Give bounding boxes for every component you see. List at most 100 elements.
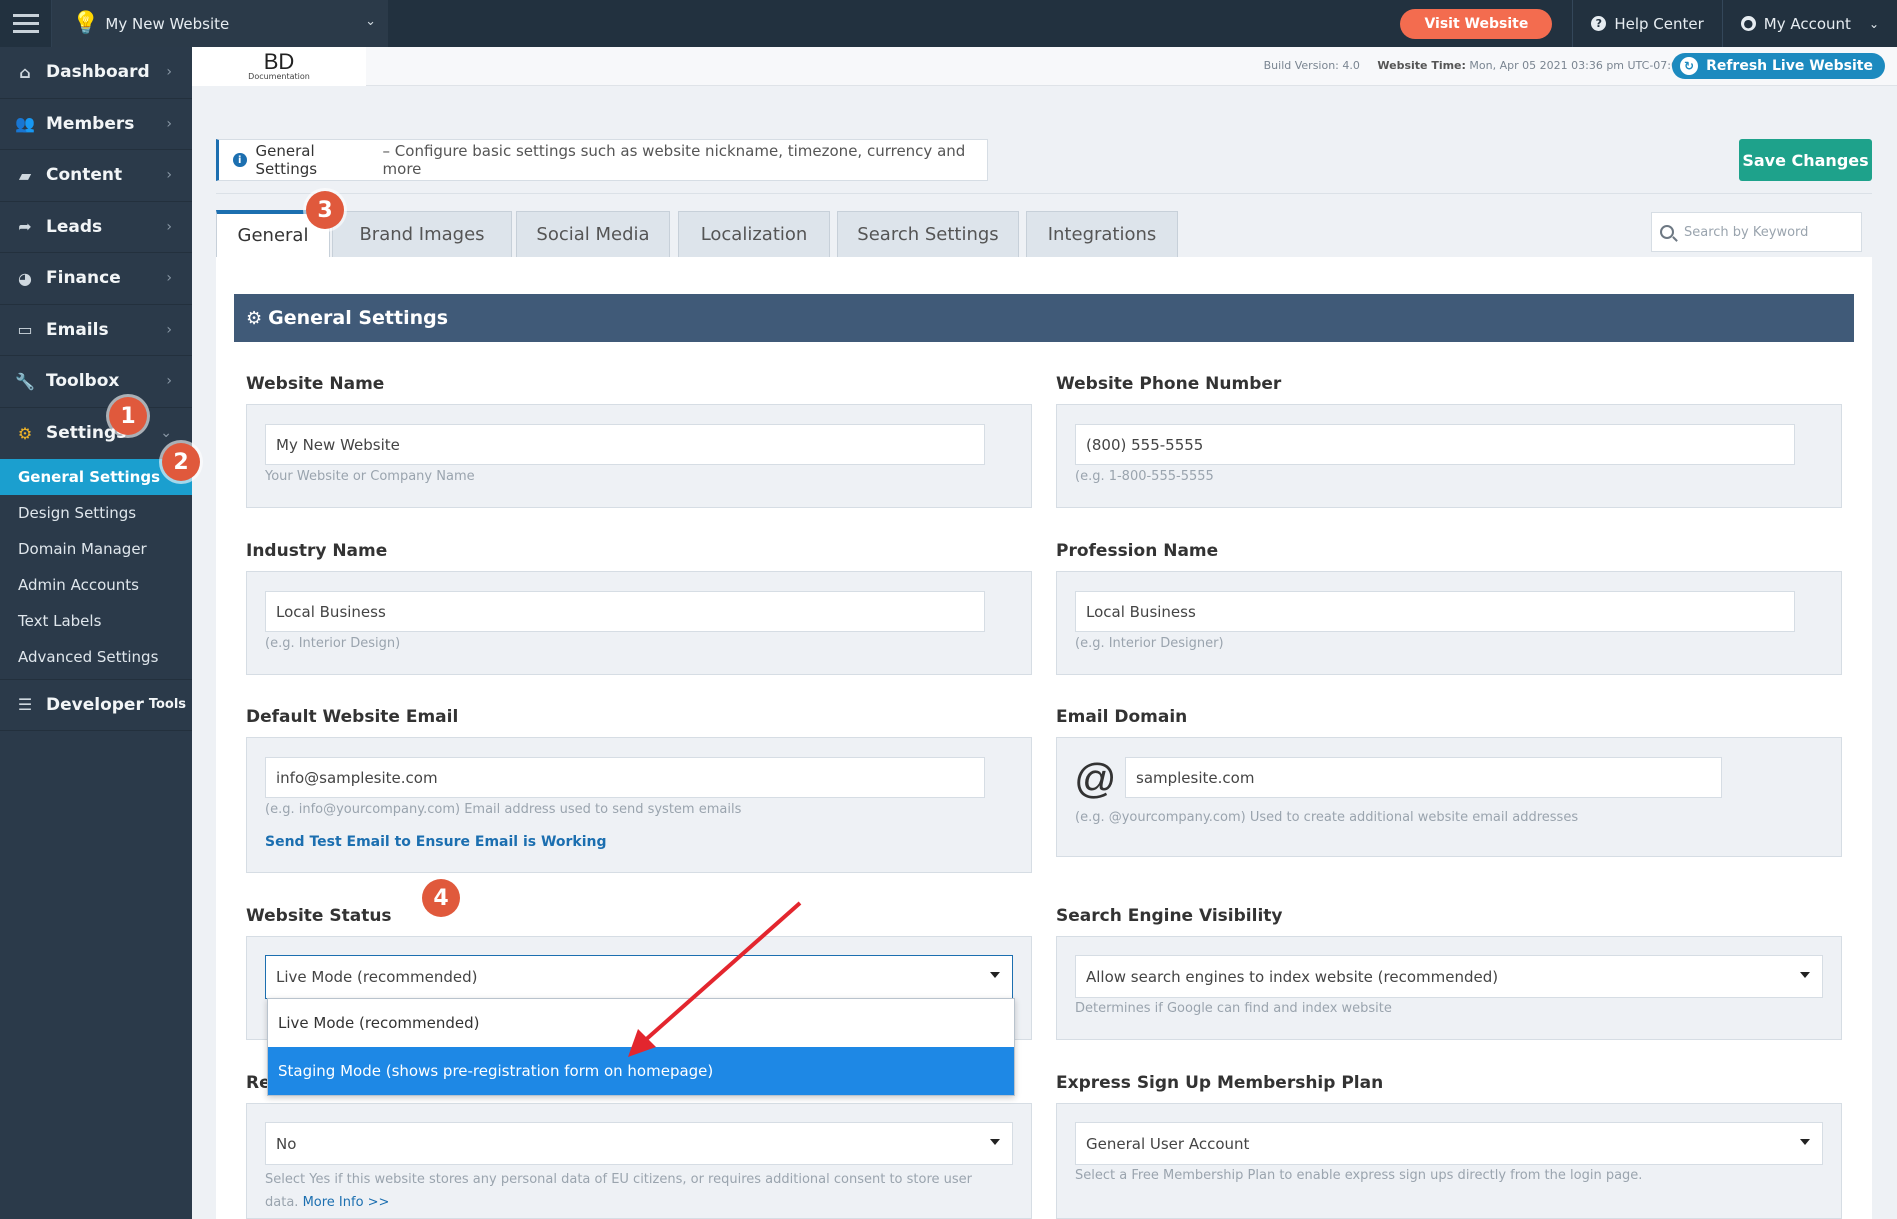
refresh-label: Refresh Live Website [1706,58,1873,74]
settings-submenu: General Settings Design Settings Domain … [0,459,192,675]
tab-localization[interactable]: Localization [678,211,830,257]
my-account-label: My Account [1763,14,1851,33]
sidebar-subitem-domain-manager[interactable]: Domain Manager [0,531,192,567]
refresh-icon: ↻ [1680,57,1699,75]
email-domain-input[interactable]: samplesite.com [1125,757,1722,798]
brand-bar: BD Documentation Build Version: 4.0 Webs… [192,47,1897,86]
info-title: General Settings [255,142,318,178]
gear-icon: ⚙ [17,423,33,443]
tab-brand-images[interactable]: Brand Images [332,211,512,257]
keyword-search-input[interactable]: Search by Keyword [1651,212,1862,252]
wrench-icon: 🔧 [15,371,35,391]
pie-chart-icon: ◕ [18,268,32,288]
logo: BD Documentation [192,47,366,86]
default-email-help: (e.g. info@yourcompany.com) Email addres… [265,802,742,817]
sliders-icon: ☰ [17,695,33,715]
home-icon: ⌂ [19,62,31,82]
phone-label: Website Phone Number [1056,374,1282,394]
chevron-right-icon: › [166,115,172,132]
sidebar-subitem-text-labels[interactable]: Text Labels [0,603,192,639]
website-name-help: Your Website or Company Name [265,469,475,484]
chevron-down-icon: ⌄ [365,14,376,29]
sidebar-item-label: Emails [46,319,109,340]
email-domain-help: (e.g. @yourcompany.com) Used to create a… [1075,810,1579,825]
logo-text: BD [263,49,295,74]
search-visibility-select[interactable]: Allow search engines to index website (r… [1075,955,1823,998]
inbox-icon: ▭ [17,320,33,340]
search-placeholder: Search by Keyword [1684,224,1809,240]
industry-input[interactable]: Local Business [265,591,985,632]
sidebar-item-label: Dashboard [46,62,150,83]
caret-down-icon [1800,972,1810,978]
default-email-label: Default Website Email [246,707,459,727]
help-center-link[interactable]: ? Help Center [1572,0,1721,47]
sidebar-item-developer-tools[interactable]: ☰ Developer Tools [0,679,192,731]
profession-label: Profession Name [1056,541,1219,561]
gear-icon: ⚙ [246,307,263,329]
site-selector[interactable]: 💡 My New Website ⌄ [52,0,388,47]
logo-subtext: Documentation [248,72,310,81]
sidebar-item-toolbox[interactable]: 🔧 Toolbox › [0,356,192,408]
visit-website-button[interactable]: Visit Website [1400,8,1553,39]
sidebar-item-finance[interactable]: ◕ Finance › [0,253,192,305]
caret-down-icon [1800,1139,1810,1145]
gdpr-select[interactable]: No [265,1122,1013,1165]
sidebar-item-label: Developer [46,694,144,715]
save-changes-button[interactable]: Save Changes [1739,139,1872,181]
more-info-link[interactable]: More Info >> [303,1195,390,1210]
industry-help: (e.g. Interior Design) [265,636,401,651]
sidebar-item-emails[interactable]: ▭ Emails › [0,305,192,356]
build-value: 4.0 [1342,59,1360,72]
share-icon: ➦ [18,217,32,237]
caret-down-icon [990,1139,1000,1145]
website-name-input[interactable]: My New Website [265,424,985,465]
profession-input[interactable]: Local Business [1075,591,1795,632]
sidebar-subitem-advanced-settings[interactable]: Advanced Settings [0,639,192,675]
chevron-down-icon: ⌄ [160,425,172,442]
send-test-email-link[interactable]: Send Test Email to Ensure Email is Worki… [265,834,607,850]
chevron-right-icon: › [166,321,172,338]
sidebar-item-members[interactable]: 👥 Members › [0,99,192,150]
express-signup-help: Select a Free Membership Plan to enable … [1075,1168,1643,1183]
express-signup-label: Express Sign Up Membership Plan [1056,1073,1384,1093]
sidebar: ⌂ Dashboard › 👥 Members › ▰ Content › ➦ Leads › … [0,47,192,1219]
build-info: Build Version: 4.0 Website Time: Mon, Ap… [1264,59,1685,72]
email-domain-label: Email Domain [1056,707,1188,727]
tab-social-media[interactable]: Social Media [516,211,670,257]
my-account-menu[interactable]: ● My Account ⌄ [1721,0,1897,47]
users-icon: 👥 [15,114,35,134]
step-badge-1: 1 [109,397,147,435]
sidebar-item-content[interactable]: ▰ Content › [0,150,192,202]
gdpr-value: No [276,1134,297,1153]
search-visibility-label: Search Engine Visibility [1056,906,1283,926]
sidebar-item-settings[interactable]: ⚙ Settings ⌄ [0,408,192,460]
profession-help: (e.g. Interior Designer) [1075,636,1224,651]
tab-integrations[interactable]: Integrations [1026,211,1178,257]
step-badge-2: 2 [162,443,200,481]
top-bar: 💡 My New Website ⌄ Visit Website ? Help … [0,0,1897,47]
refresh-live-website-button[interactable]: ↻ Refresh Live Website [1672,53,1885,79]
tab-search-settings[interactable]: Search Settings [837,211,1019,257]
sidebar-subitem-design-settings[interactable]: Design Settings [0,495,192,531]
express-signup-select[interactable]: General User Account [1075,1122,1823,1165]
sidebar-item-leads[interactable]: ➦ Leads › [0,202,192,253]
sidebar-item-label: Members [46,113,135,134]
sidebar-item-label: Content [46,165,123,186]
at-sign-icon: @ [1074,755,1117,802]
panel-header: ⚙ General Settings [234,294,1854,342]
sidebar-item-label: Toolbox [46,371,120,392]
sidebar-item-dashboard[interactable]: ⌂ Dashboard › [0,47,192,99]
info-description: – Configure basic settings such as websi… [382,142,966,178]
step-badge-4: 4 [422,879,460,917]
phone-input[interactable]: (800) 555-5555 [1075,424,1795,465]
website-status-value: Live Mode (recommended) [276,968,478,986]
folder-icon: ▰ [18,165,32,185]
sidebar-subitem-admin-accounts[interactable]: Admin Accounts [0,567,192,603]
default-email-input[interactable]: info@samplesite.com [265,757,985,798]
time-label: Website Time: [1377,59,1466,72]
industry-label: Industry Name [246,541,388,561]
chevron-right-icon: › [166,373,172,390]
menu-icon[interactable] [0,0,52,47]
site-name: My New Website [105,14,230,33]
search-icon [1660,225,1674,239]
